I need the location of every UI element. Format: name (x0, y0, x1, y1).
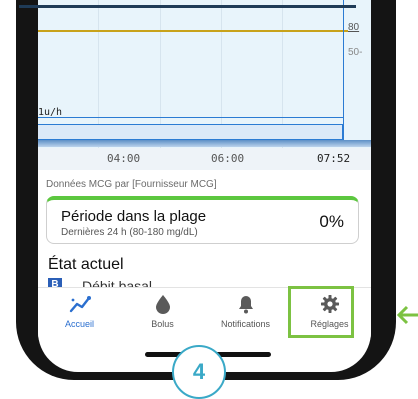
time-in-range-card[interactable]: Période dans la plage Dernières 24 h (80… (46, 196, 359, 244)
basal-top-line (38, 117, 343, 118)
y-label-50: 50- (348, 47, 363, 58)
x-axis: 04:00 06:00 07:52 (38, 148, 371, 170)
target-upper-line (38, 30, 348, 32)
tir-subtitle: Dernières 24 h (80-180 mg/dL) (61, 227, 198, 238)
nav-label-notifications: Notifications (220, 319, 271, 329)
nav-label-home: Accueil (64, 319, 94, 329)
arrow-left-icon (396, 305, 418, 325)
home-trend-icon (69, 296, 91, 313)
cgm-source-text: Données MCG par [Fournisseur MCG] (46, 179, 217, 190)
basal-rate-bar (38, 124, 343, 140)
y-label-80: 80 (348, 22, 360, 33)
step-badge: 4 (172, 345, 226, 399)
settings-highlight-box (288, 286, 354, 338)
nav-item-bolus[interactable]: Bolus (121, 288, 204, 338)
basal-band (38, 140, 371, 147)
drop-icon (155, 295, 170, 314)
nav-item-home[interactable]: Accueil (38, 288, 121, 338)
top-rule (19, 5, 356, 8)
nav-label-bolus: Bolus (151, 319, 174, 329)
x-tick: 06:00 (211, 152, 245, 165)
tir-title: Période dans la plage (61, 208, 207, 225)
tir-value: 0% (319, 212, 344, 231)
x-tick-now: 07:52 (317, 152, 351, 165)
step-number: 4 (192, 359, 206, 384)
glucose-chart: 80 50- 1u/h (38, 0, 371, 148)
now-line (343, 0, 344, 140)
basal-rate-label: 1u/h (38, 107, 63, 118)
bell-icon (238, 296, 253, 314)
nav-item-notifications[interactable]: Notifications (204, 288, 287, 338)
current-state-title: État actuel (48, 256, 124, 273)
x-tick: 04:00 (107, 152, 141, 165)
